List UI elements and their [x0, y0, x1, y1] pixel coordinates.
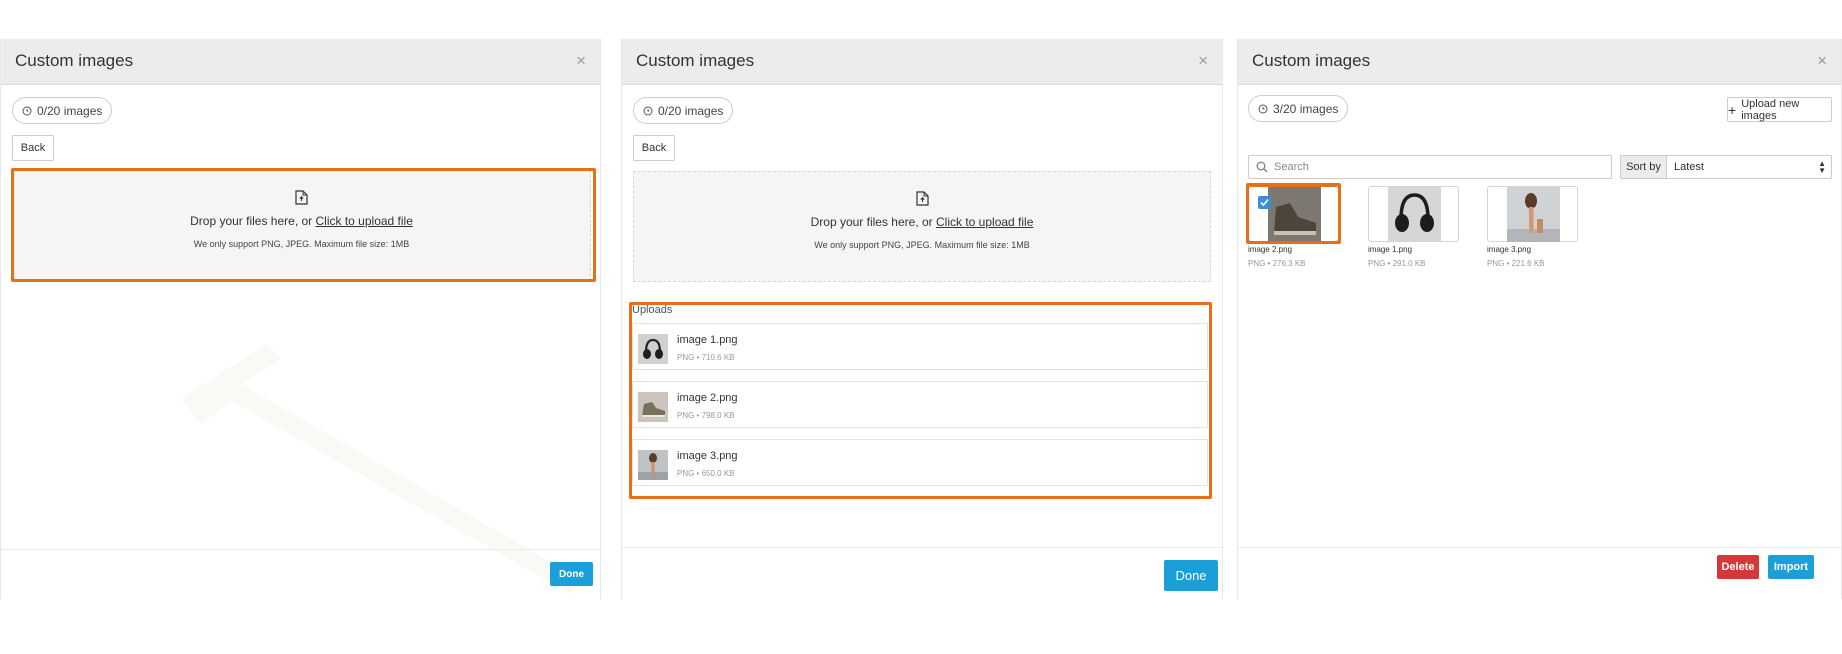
upload-filemeta: PNG • 798.0 KB — [677, 411, 735, 420]
plus-icon: + — [1728, 101, 1737, 118]
panel-header: Custom images × — [1, 39, 600, 85]
search-icon — [1256, 161, 1268, 173]
image-count-text: 0/20 images — [658, 103, 724, 118]
dropzone-text: Drop your files here, or — [810, 215, 936, 229]
custom-images-panel-gallery: Custom images × 3/20 images + Upload new… — [1237, 39, 1842, 599]
image-count-badge: 3/20 images — [1248, 95, 1349, 122]
upload-filename: image 3.png — [677, 450, 738, 462]
faint-arrow-decoration — [181, 344, 581, 594]
upload-file-link[interactable]: Click to upload file — [316, 214, 413, 228]
panel-title: Custom images — [1252, 51, 1371, 70]
upload-thumbnail — [638, 334, 668, 364]
gallery-filemeta: PNG • 276.3 KB — [1248, 259, 1306, 268]
file-upload-icon — [295, 190, 308, 210]
custom-images-panel-uploads: Custom images × 0/20 images Back Drop yo… — [621, 39, 1223, 599]
select-arrows-icon: ▲ ▼ — [1818, 159, 1826, 175]
back-button[interactable]: Back — [12, 135, 54, 161]
gallery-item[interactable] — [1487, 186, 1578, 242]
gallery-filemeta: PNG • 291.0 KB — [1368, 259, 1426, 268]
import-button[interactable]: Import — [1768, 555, 1814, 579]
clock-icon — [643, 106, 653, 115]
gallery-filemeta: PNG • 221.6 KB — [1487, 259, 1545, 268]
footer-divider — [1238, 547, 1841, 548]
gallery-filename: image 2.png — [1248, 245, 1293, 254]
upload-new-images-label: Upload new images — [1741, 97, 1800, 122]
close-icon[interactable]: × — [1198, 51, 1208, 71]
sort-select-value: Latest — [1674, 161, 1704, 173]
close-icon[interactable]: × — [576, 51, 586, 71]
file-upload-icon — [915, 191, 929, 211]
upload-thumbnail — [638, 392, 668, 422]
gallery-filename: image 3.png — [1487, 245, 1532, 254]
upload-file-link[interactable]: Click to upload file — [936, 215, 1033, 229]
search-field[interactable] — [1248, 155, 1612, 179]
close-icon[interactable]: × — [1817, 51, 1827, 71]
panel-header: Custom images × — [1238, 39, 1841, 85]
checkbox-checked-icon[interactable] — [1258, 196, 1271, 209]
uploads-heading: Uploads — [632, 304, 673, 316]
done-button[interactable]: Done — [1164, 560, 1218, 591]
upload-filemeta: PNG • 650.0 KB — [677, 469, 735, 478]
upload-filemeta: PNG • 710.6 KB — [677, 353, 735, 362]
gallery-item[interactable] — [1368, 186, 1459, 242]
upload-item[interactable]: image 1.png PNG • 710.6 KB — [632, 323, 1208, 370]
done-button[interactable]: Done — [550, 562, 593, 586]
image-count-badge: 0/20 images — [12, 97, 113, 124]
image-count-text: 3/20 images — [1273, 101, 1339, 116]
upload-filename: image 2.png — [677, 392, 738, 404]
panel-title: Custom images — [636, 51, 755, 70]
search-input[interactable] — [1272, 160, 1602, 174]
clock-icon — [22, 106, 32, 115]
upload-item[interactable]: image 3.png PNG • 650.0 KB — [632, 439, 1208, 486]
footer-divider — [622, 547, 1222, 548]
gallery-thumbnail — [1268, 187, 1321, 242]
dropzone-note: We only support PNG, JPEG. Maximum file … — [193, 239, 410, 249]
upload-item[interactable]: image 2.png PNG • 798.0 KB — [632, 381, 1208, 428]
dropzone-note: We only support PNG, JPEG. Maximum file … — [814, 240, 1030, 250]
image-count-badge: 0/20 images — [633, 97, 734, 124]
custom-images-panel-empty: Custom images × 0/20 images Back Drop yo… — [0, 39, 601, 599]
sort-by-label: Sort by — [1620, 155, 1667, 179]
gallery-item[interactable] — [1248, 186, 1339, 242]
back-button[interactable]: Back — [633, 135, 675, 161]
sort-select[interactable]: Latest ▲ ▼ — [1666, 155, 1832, 179]
dropzone-text: Drop your files here, or — [190, 214, 316, 228]
panel-title: Custom images — [15, 51, 134, 70]
upload-new-images-button[interactable]: + Upload new images — [1727, 97, 1832, 122]
panel-header: Custom images × — [622, 39, 1222, 85]
gallery-thumbnail — [1507, 187, 1560, 242]
file-dropzone[interactable]: Drop your files here, or Click to upload… — [633, 171, 1211, 282]
footer-divider — [1, 549, 600, 550]
delete-button[interactable]: Delete — [1717, 555, 1759, 579]
gallery-thumbnail — [1388, 187, 1441, 242]
upload-thumbnail — [638, 450, 668, 480]
upload-filename: image 1.png — [677, 334, 738, 346]
file-dropzone[interactable]: Drop your files here, or Click to upload… — [12, 170, 591, 281]
image-count-text: 0/20 images — [37, 103, 103, 118]
clock-icon — [1258, 104, 1268, 113]
gallery-filename: image 1.png — [1368, 245, 1413, 254]
